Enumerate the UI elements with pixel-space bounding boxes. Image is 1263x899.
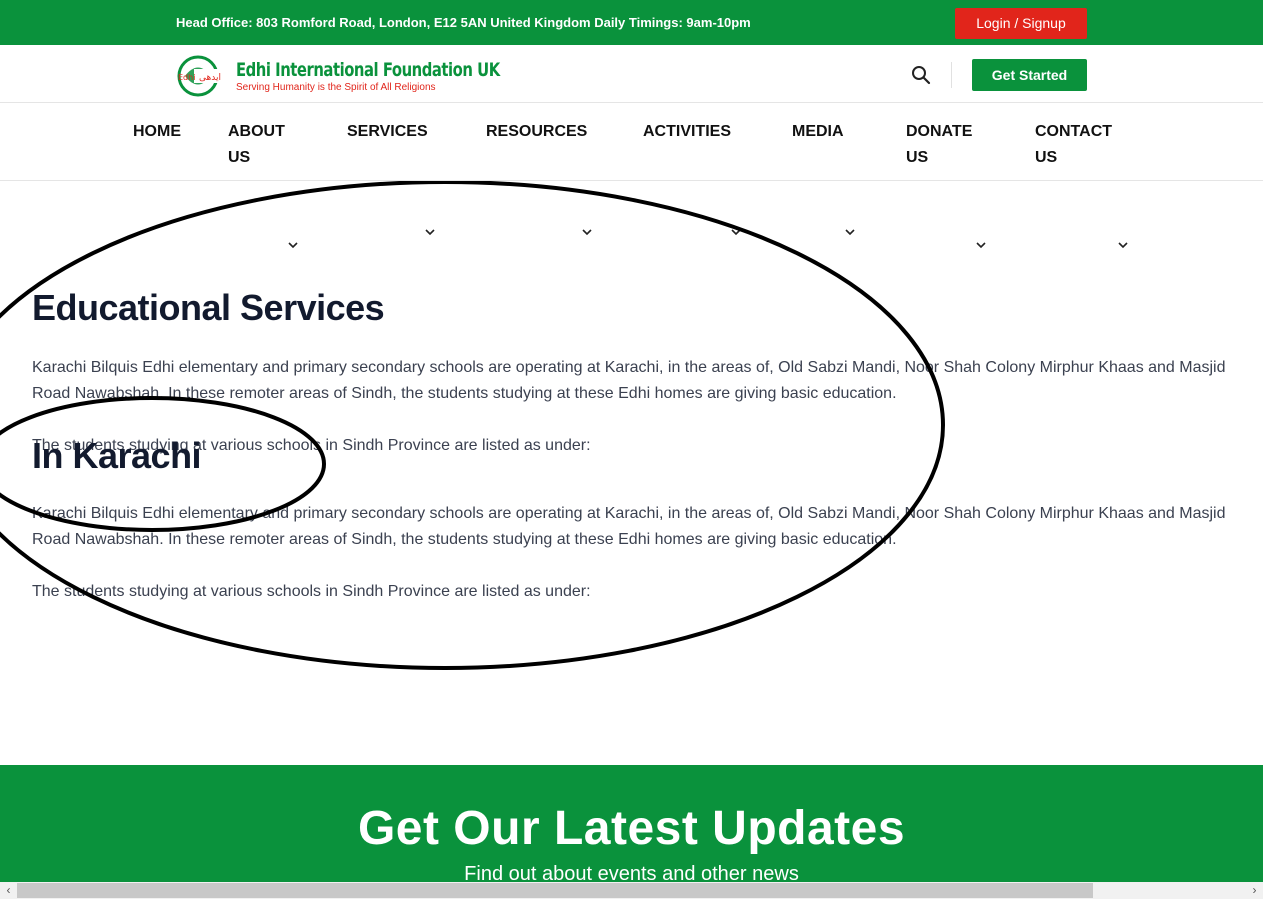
site-logo[interactable]: Edhi ایدھی Edhi International Foundation… [177,55,500,97]
header-divider [951,62,952,88]
scroll-right-icon[interactable]: › [1246,882,1263,899]
nav-label-line2: US [228,149,251,166]
logo-emblem-icon: Edhi ایدھی [177,55,232,97]
nav-label-line1: ABOUT [228,123,285,140]
newsletter-title: Get Our Latest Updates [357,802,906,855]
nav-label: RESOURCES [486,123,588,140]
newsletter-section: Get Our Latest Updates Find out about ev… [0,765,1263,899]
logo-urdu-text: ایدھی [199,73,221,83]
main-content: Educational Services Karachi Bilquis Edh… [0,181,1263,765]
scroll-left-icon[interactable]: ‹ [0,882,17,899]
site-header: Edhi ایدھی Edhi International Foundation… [0,45,1263,103]
paragraph-list-note: The students studying at various schools… [32,437,591,454]
nav-item-home[interactable]: HOME [133,119,181,145]
paragraph-karachi: Karachi Bilquis Edhi elementary and prim… [32,505,1226,548]
get-started-button[interactable]: Get Started [972,59,1087,91]
nav-item-media[interactable]: MEDIA [792,119,844,145]
scrollbar-thumb[interactable] [17,883,1093,898]
nav-item-contact-us[interactable]: CONTACT US [1035,119,1112,171]
nav-item-resources[interactable]: RESOURCES [486,119,587,145]
horizontal-scrollbar[interactable]: ‹ › [0,882,1263,899]
paragraph-intro: Karachi Bilquis Edhi elementary and prim… [32,359,1226,402]
top-bar: Head Office: 803 Romford Road, London, E… [0,0,1263,45]
main-nav: HOME ABOUT US SERVICES RESOURCES ACTIVIT… [0,103,1263,249]
nav-label: SERVICES [347,123,428,140]
nav-label-line2: US [906,149,929,166]
nav-label-line1: DONATE [906,123,973,140]
nav-item-donate-us[interactable]: DONATE US [906,119,972,171]
paragraph-karachi-list-note: The students studying at various schools… [32,583,591,600]
nav-label: ACTIVITIES [643,123,732,140]
nav-item-services[interactable]: SERVICES [347,119,428,145]
logo-name: Edhi International Foundation UK [236,59,500,81]
nav-label-line1: CONTACT [1035,123,1113,140]
head-office-info: Head Office: 803 Romford Road, London, E… [176,15,751,30]
nav-item-about-us[interactable]: ABOUT US [228,119,285,171]
nav-label: HOME [133,123,181,140]
section-heading: In Karachi [32,435,202,476]
nav-label: MEDIA [792,123,844,140]
nav-label-line2: US [1035,149,1058,166]
logo-tagline: Serving Humanity is the Spirit of All Re… [236,82,436,93]
logo-latin-text: Edhi [178,73,195,82]
nav-item-activities[interactable]: ACTIVITIES [643,119,731,145]
login-signup-button[interactable]: Login / Signup [955,8,1087,39]
search-icon[interactable] [911,65,931,85]
page-title: Educational Services [32,287,385,328]
